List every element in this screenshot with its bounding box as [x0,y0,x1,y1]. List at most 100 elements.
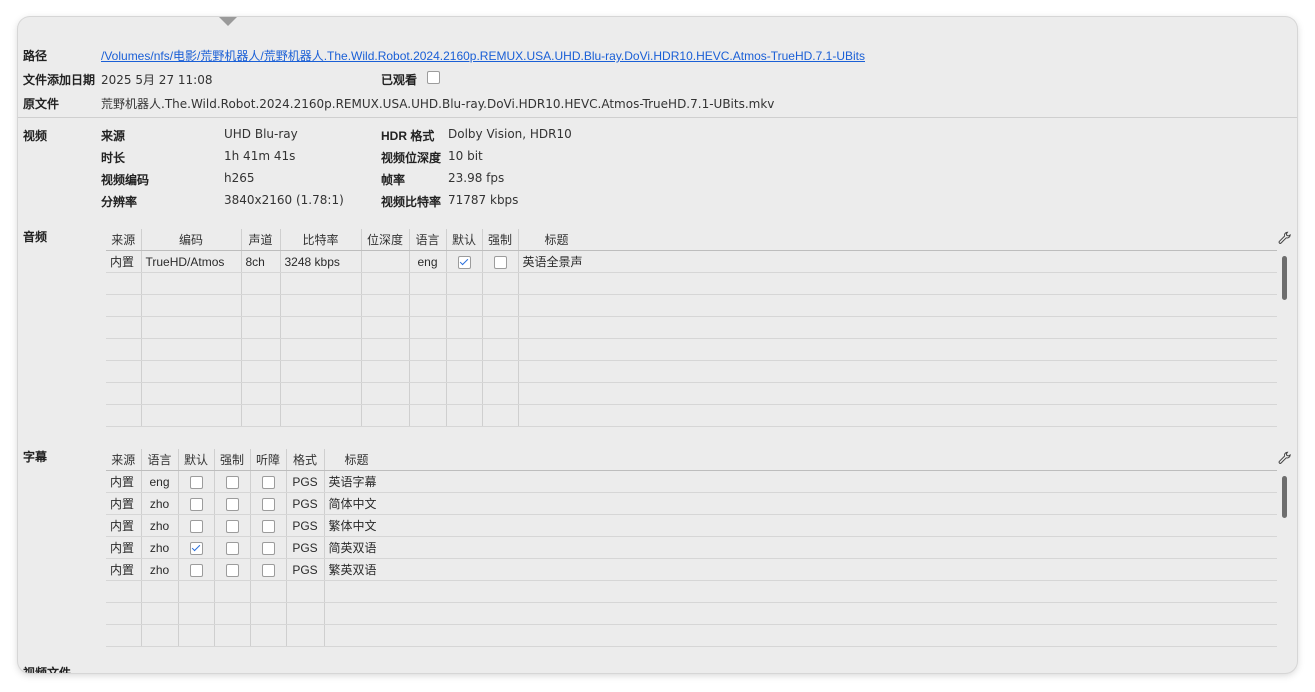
subtitle-forced-checkbox[interactable] [225,519,239,533]
subtitle-col-sdh[interactable]: 听障 [250,449,287,471]
bit-depth-label: 视频位深度 [381,151,442,165]
hdr-value: Dolby Vision, HDR10 [448,127,572,141]
subtitle-forced-checkbox[interactable] [225,563,239,577]
audio-col-forced[interactable]: 强制 [482,229,519,251]
audio-source: 内置 [106,250,142,273]
subtitle-settings-wrench-icon[interactable] [1278,451,1292,465]
subtitle-section-label: 字幕 [23,450,48,464]
subtitle-default-checkbox[interactable] [189,519,203,533]
subtitle-source: 内置 [106,470,142,493]
audio-empty-row [106,338,1277,361]
audio-col-language[interactable]: 语言 [409,229,447,251]
video-bitrate-value: 71787 kbps [448,193,519,207]
duration-value: 1h 41m 41s [224,149,296,163]
divider [18,117,1297,118]
fps-label: 帧率 [381,173,406,187]
subtitle-row[interactable]: 内置 zho PGS 繁英双语 [106,558,1277,581]
subtitle-format: PGS [286,492,325,515]
audio-col-channels[interactable]: 声道 [241,229,281,251]
audio-title: 英语全景声 [518,250,1277,273]
video-codec-value: h265 [224,171,255,185]
audio-scrollbar[interactable] [1282,256,1287,300]
audio-col-default[interactable]: 默认 [446,229,483,251]
audio-depth [361,250,410,273]
subtitle-format: PGS [286,536,325,559]
subtitle-forced-checkbox[interactable] [225,475,239,489]
subtitle-language: zho [141,514,179,537]
subtitle-col-forced[interactable]: 强制 [214,449,251,471]
audio-section-label: 音频 [23,230,48,244]
subtitle-language: eng [141,470,179,493]
subtitle-sdh-checkbox[interactable] [261,519,275,533]
audio-col-depth[interactable]: 位深度 [361,229,410,251]
subtitle-row[interactable]: 内置 zho PGS 繁体中文 [106,514,1277,537]
subtitle-sdh-checkbox[interactable] [261,541,275,555]
subtitle-forced-checkbox[interactable] [225,497,239,511]
subtitle-row[interactable]: 内置 eng PGS 英语字幕 [106,470,1277,493]
subtitle-sdh-checkbox[interactable] [261,475,275,489]
video-files-section-label: 视频文件 [23,666,72,673]
audio-language: eng [409,250,447,273]
audio-channels: 8ch [241,250,281,273]
path-label: 路径 [23,49,48,63]
subtitle-sdh-checkbox[interactable] [261,563,275,577]
subtitle-source: 内置 [106,514,142,537]
video-source-label: 来源 [101,129,126,143]
subtitle-default-checkbox[interactable] [189,541,203,555]
duration-label: 时长 [101,151,126,165]
video-bitrate-label: 视频比特率 [381,195,442,209]
subtitle-title: 繁英双语 [324,558,1277,581]
subtitle-row[interactable]: 内置 zho PGS 简英双语 [106,536,1277,559]
audio-empty-row [106,404,1277,427]
subtitle-col-language[interactable]: 语言 [141,449,179,471]
original-file-value: 荒野机器人.The.Wild.Robot.2024.2160p.REMUX.US… [101,97,775,111]
subtitle-empty-row [106,580,1277,603]
media-info-panel: 路径 /Volumes/nfs/电影/荒野机器人/荒野机器人.The.Wild.… [18,17,1297,673]
subtitle-format: PGS [286,514,325,537]
subtitle-source: 内置 [106,558,142,581]
resolution-value: 3840x2160 (1.78:1) [224,193,344,207]
subtitle-row[interactable]: 内置 zho PGS 简体中文 [106,492,1277,515]
audio-settings-wrench-icon[interactable] [1278,231,1292,245]
resolution-label: 分辨率 [101,195,138,209]
video-codec-label: 视频编码 [101,173,150,187]
subtitle-default-checkbox[interactable] [189,475,203,489]
hdr-label: HDR 格式 [381,129,435,143]
audio-col-source[interactable]: 来源 [106,229,142,251]
subtitle-sdh-checkbox[interactable] [261,497,275,511]
path-link[interactable]: /Volumes/nfs/电影/荒野机器人/荒野机器人.The.Wild.Rob… [101,47,865,64]
subtitle-source: 内置 [106,492,142,515]
audio-bitrate: 3248 kbps [280,250,362,273]
added-date-value: 2025 5月 27 11:08 [101,73,213,87]
subtitle-scrollbar[interactable] [1282,476,1287,518]
watched-checkbox[interactable] [427,70,440,85]
audio-table: 来源 编码 声道 比特率 位深度 语言 默认 强制 标题 内置 TrueHD/At… [106,229,1277,428]
subtitle-col-format[interactable]: 格式 [286,449,325,471]
watched-label: 已观看 [381,73,418,87]
audio-col-bitrate[interactable]: 比特率 [280,229,362,251]
subtitle-default-checkbox[interactable] [189,563,203,577]
audio-empty-row [106,316,1277,339]
audio-codec: TrueHD/Atmos [141,250,242,273]
subtitle-language: zho [141,536,179,559]
audio-col-codec[interactable]: 编码 [141,229,242,251]
original-file-label: 原文件 [23,97,60,111]
subtitle-table: 来源 语言 默认 强制 听障 格式 标题 内置 eng PGS 英语字幕 内置 zho PG… [106,449,1277,648]
subtitle-col-default[interactable]: 默认 [178,449,215,471]
video-source-value: UHD Blu-ray [224,127,298,141]
subtitle-format: PGS [286,470,325,493]
video-section-label: 视频 [23,129,48,143]
popover-pointer [219,17,237,26]
audio-row[interactable]: 内置 TrueHD/Atmos 8ch 3248 kbps eng 英语全景声 [106,250,1277,273]
audio-default-checkbox[interactable] [457,255,471,269]
fps-value: 23.98 fps [448,171,505,185]
subtitle-col-source[interactable]: 来源 [106,449,142,471]
audio-col-title[interactable]: 标题 [518,229,1277,251]
audio-empty-row [106,382,1277,405]
audio-forced-checkbox[interactable] [493,255,507,269]
bit-depth-value: 10 bit [448,149,483,163]
subtitle-col-title[interactable]: 标题 [324,449,1277,471]
subtitle-forced-checkbox[interactable] [225,541,239,555]
subtitle-empty-row [106,602,1277,625]
subtitle-default-checkbox[interactable] [189,497,203,511]
